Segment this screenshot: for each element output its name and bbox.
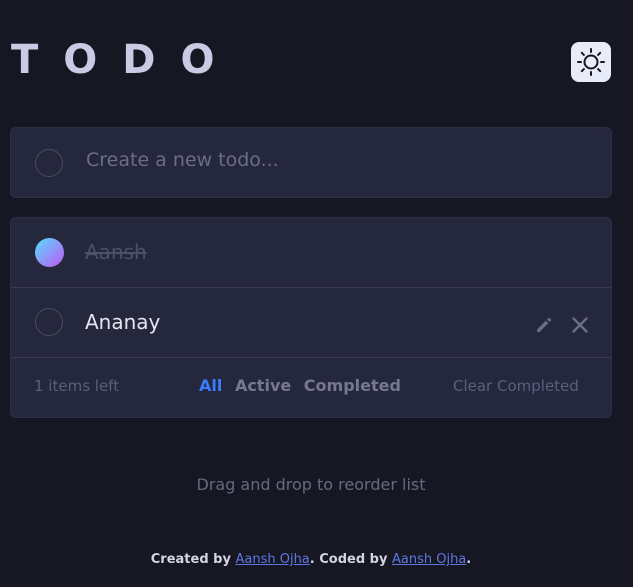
new-todo-check-circle[interactable] <box>35 149 63 177</box>
app-title: TODO <box>11 37 240 83</box>
clear-completed-button[interactable]: Clear Completed <box>453 377 579 395</box>
sun-icon <box>577 48 605 76</box>
todo-text: Ananay <box>85 310 161 334</box>
close-icon[interactable] <box>570 315 590 335</box>
filter-active-button[interactable]: Active <box>235 376 291 395</box>
todo-app-page: TODO Aansh Ananay <box>0 0 633 587</box>
theme-toggle-button[interactable] <box>571 42 611 82</box>
drag-hint: Drag and drop to reorder list <box>196 475 426 494</box>
todo-list: Aansh Ananay 1 items left All Active Com… <box>11 218 611 417</box>
list-footer: 1 items left All Active Completed Clear … <box>11 358 611 417</box>
credit-suffix: . <box>466 552 472 567</box>
coded-by-link[interactable]: Aansh Ojha <box>392 552 466 567</box>
new-todo-input[interactable] <box>84 141 588 179</box>
todo-check-circle[interactable] <box>35 308 63 336</box>
coded-prefix: . Coded by <box>309 552 388 567</box>
filter-all-button[interactable]: All <box>199 376 222 395</box>
filter-completed-button[interactable]: Completed <box>304 376 401 395</box>
created-by-link[interactable]: Aansh Ojha <box>235 552 309 567</box>
completed-check-icon[interactable] <box>35 238 64 267</box>
attribution: Created by Aansh Ojha. Coded by Aansh Oj… <box>0 552 622 567</box>
todo-item-active[interactable]: Ananay <box>11 288 611 358</box>
todo-item-completed[interactable]: Aansh <box>11 218 611 288</box>
todo-text: Aansh <box>85 240 147 264</box>
created-prefix: Created by <box>150 552 231 567</box>
items-left-count: 1 items left <box>34 377 120 395</box>
pencil-icon[interactable] <box>534 315 554 335</box>
new-todo-box <box>11 128 611 197</box>
filter-group: All Active Completed <box>199 376 408 395</box>
